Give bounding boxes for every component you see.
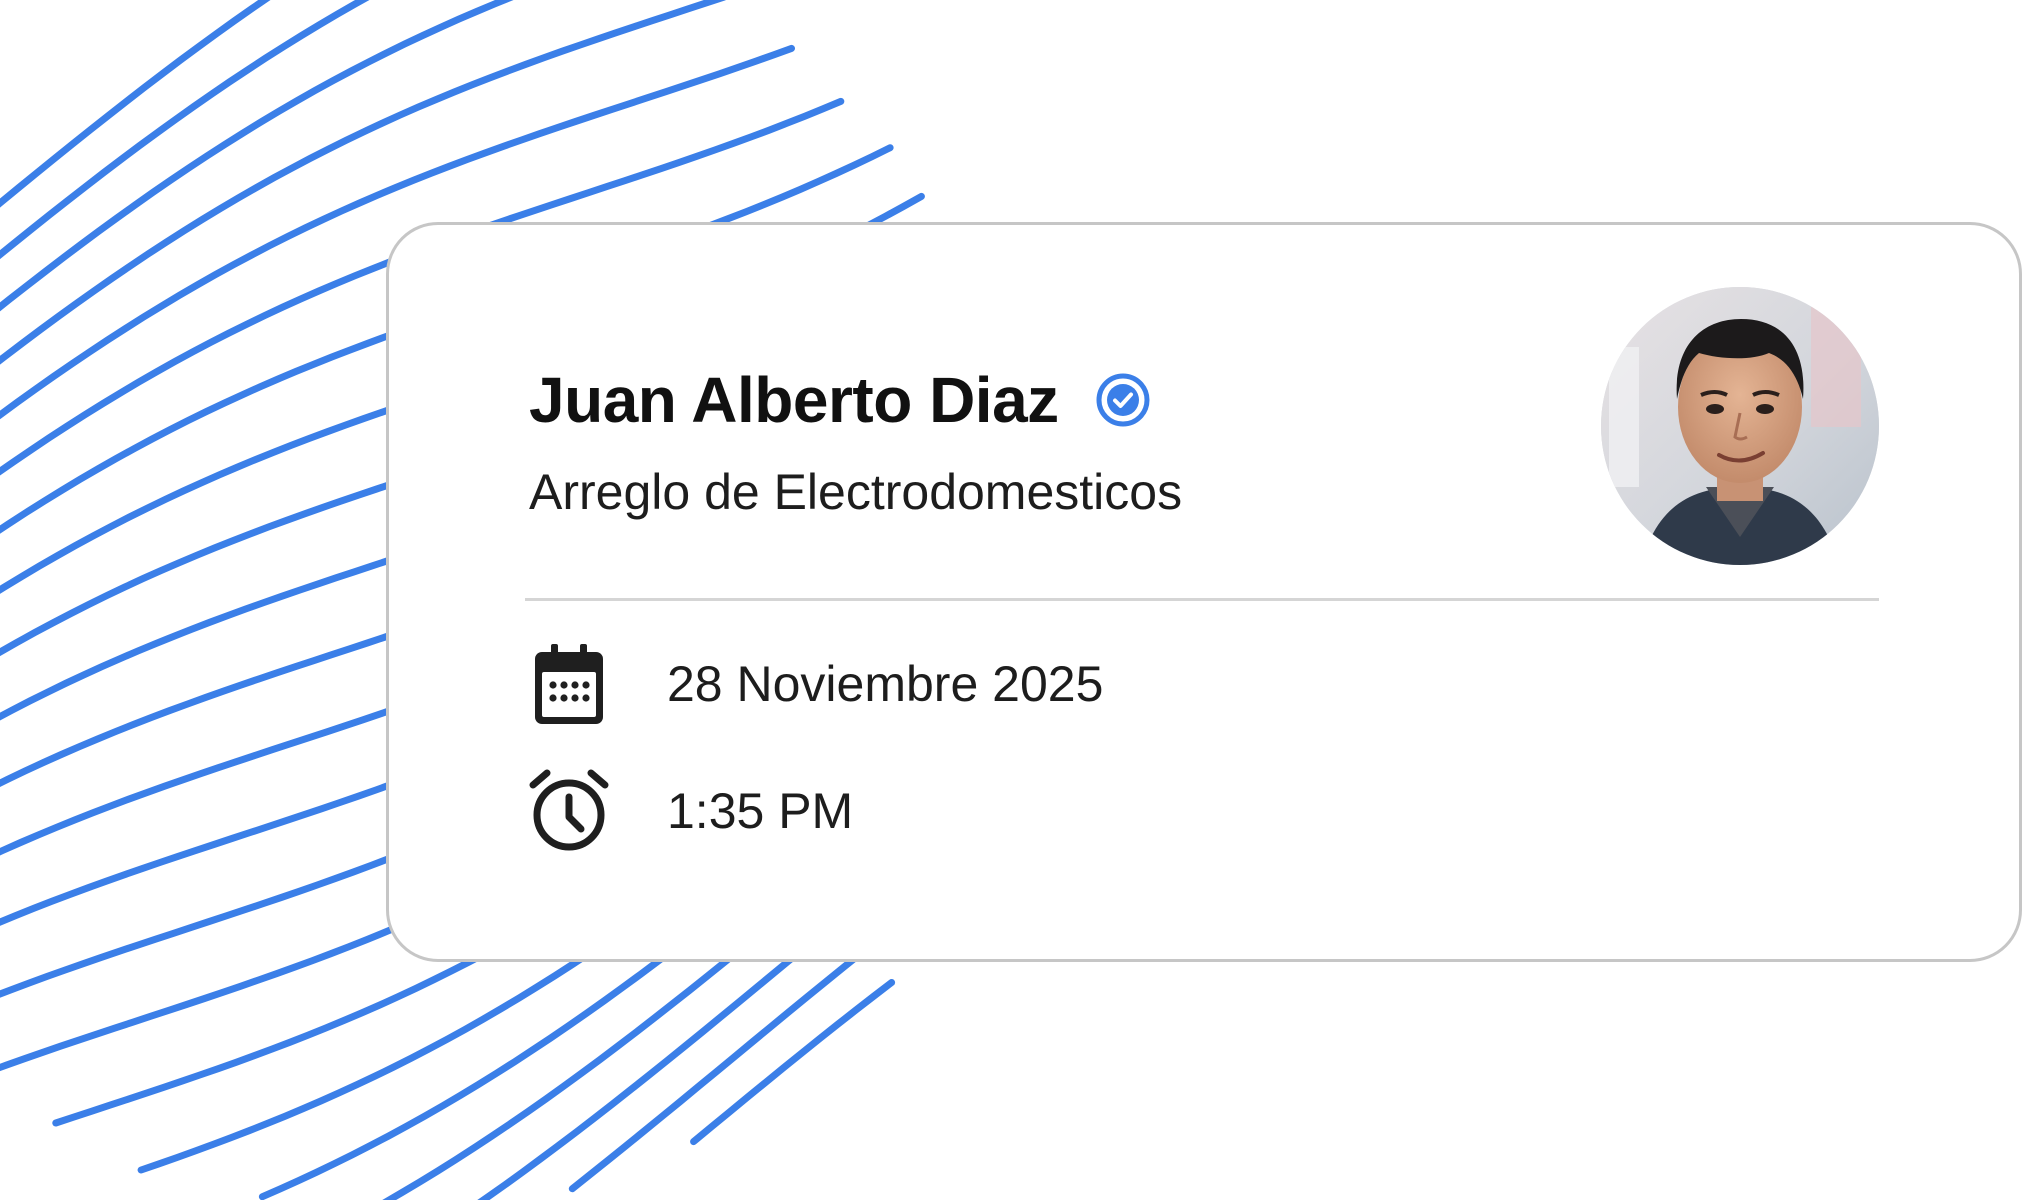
alarm-clock-icon (529, 769, 609, 851)
avatar (1601, 287, 1879, 565)
divider (525, 598, 1879, 601)
calendar-icon (535, 644, 603, 724)
appointment-card[interactable]: Juan Alberto Diaz Arreglo de Electrodome… (386, 222, 2022, 962)
date-row: 28 Noviembre 2025 (529, 639, 1103, 729)
name-row: Juan Alberto Diaz (529, 355, 1151, 445)
person-name: Juan Alberto Diaz (529, 364, 1059, 436)
appointment-date: 28 Noviembre 2025 (667, 656, 1104, 712)
appointment-time: 1:35 PM (667, 783, 854, 839)
time-row: 1:35 PM (529, 766, 853, 856)
service-label: Arreglo de Electrodomesticos (529, 464, 1183, 520)
stage: Juan Alberto Diaz Arreglo de Electrodome… (0, 0, 2028, 1200)
verified-check-icon (1096, 373, 1150, 427)
